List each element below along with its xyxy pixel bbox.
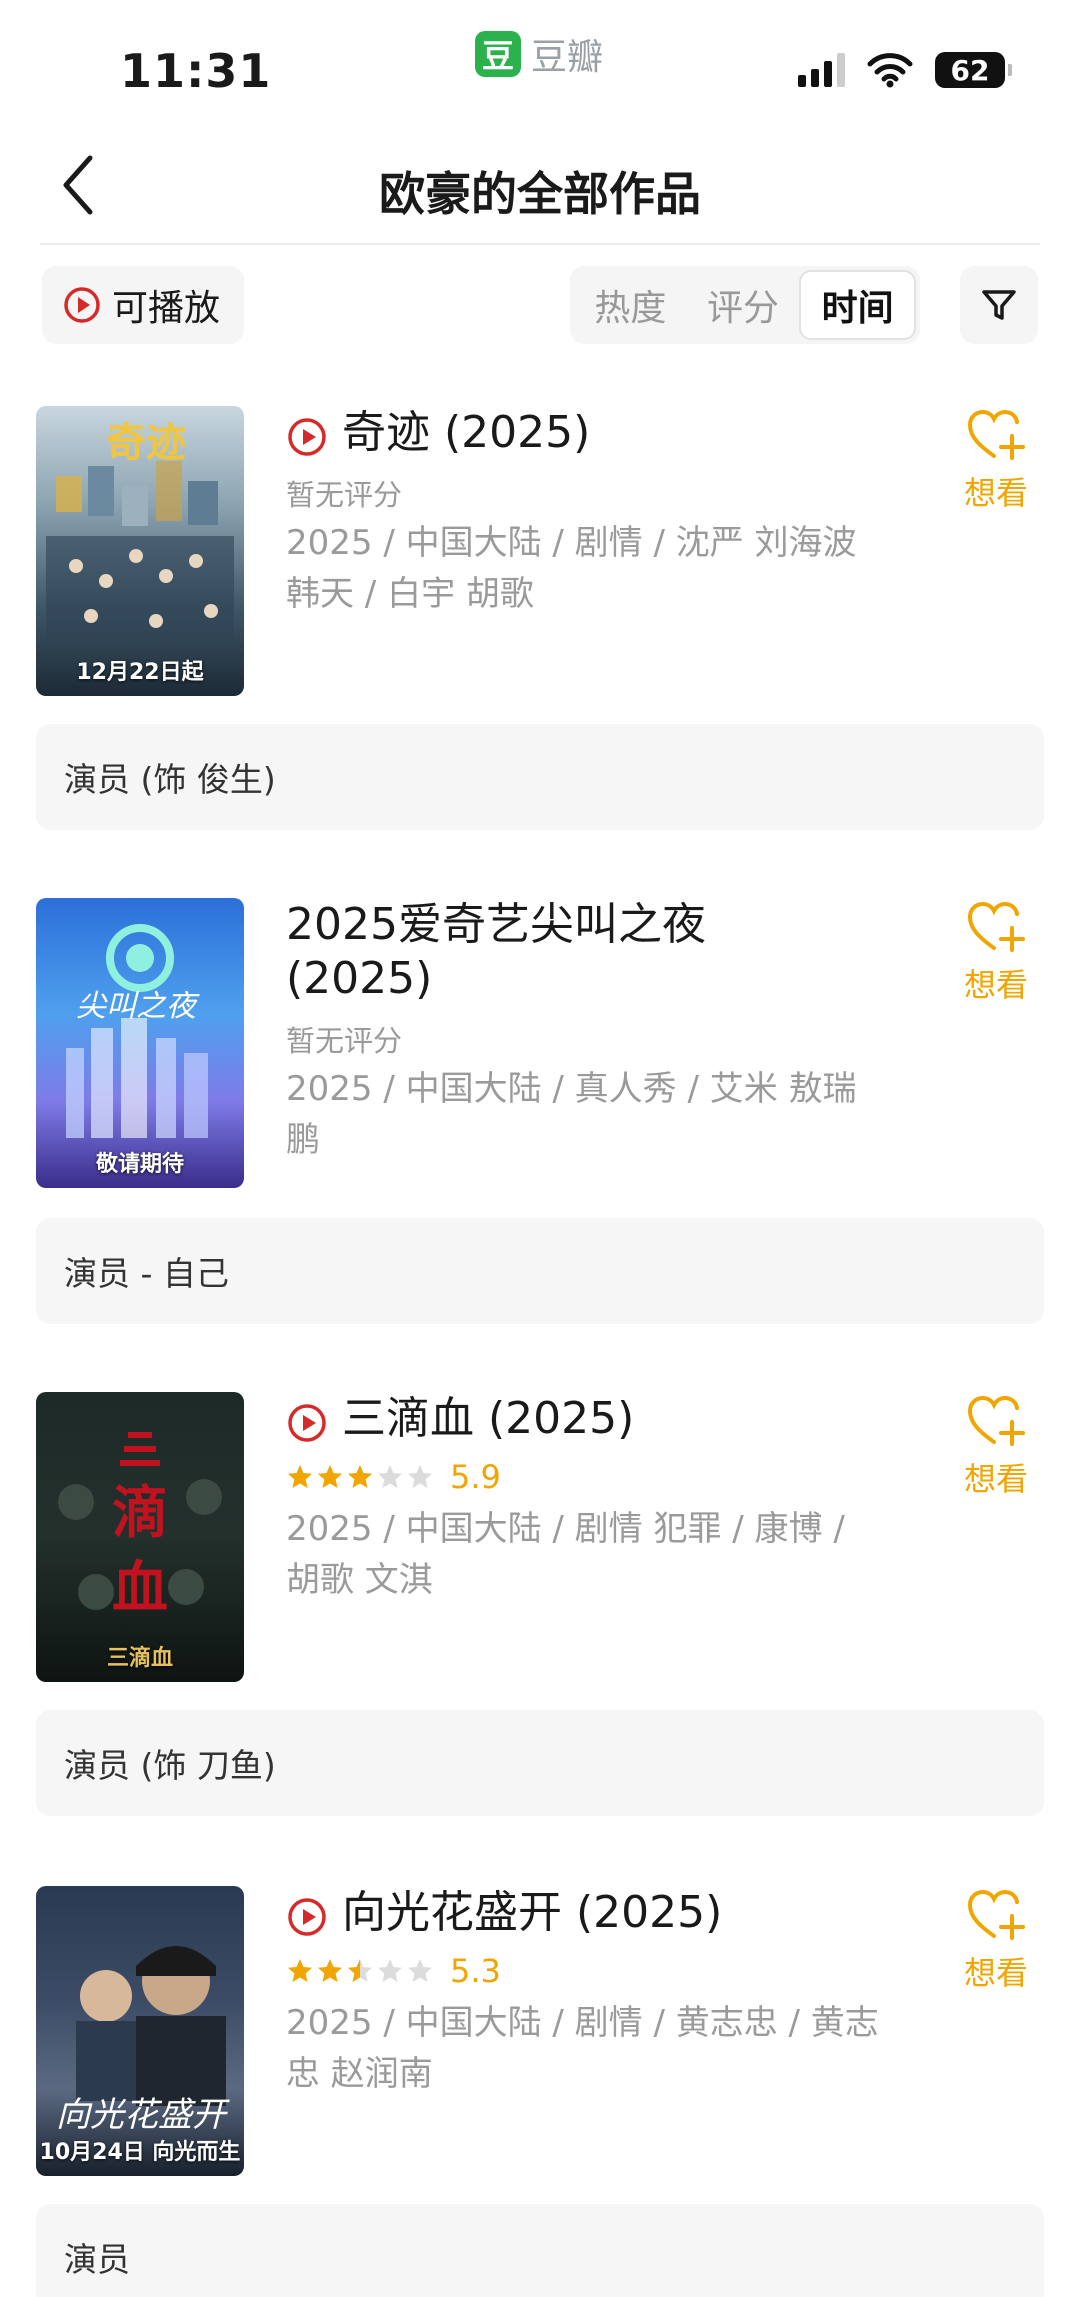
rating-value: 5.3	[450, 1952, 501, 1990]
poster-image[interactable]: 滴 血 三滴血	[36, 1392, 244, 1682]
heart-plus-icon	[967, 409, 1025, 460]
rating-stars	[286, 1957, 434, 1985]
page-title: 欧豪的全部作品	[379, 167, 701, 221]
playable-filter-button[interactable]: 可播放	[42, 266, 245, 344]
rating-row: 5.3	[286, 1952, 501, 1990]
star-icon	[348, 1959, 372, 1982]
title-row: 2025爱奇艺尖叫之夜 (2025)	[286, 898, 906, 1006]
svg-text:向光花盛开: 向光花盛开	[56, 2095, 230, 2135]
star-icon	[288, 1465, 312, 1488]
item-meta: 2025 / 中国大陆 / 真人秀 / 艾米 敖瑞鹏	[286, 1069, 857, 1160]
nav-bar: 欧豪的全部作品	[0, 130, 1080, 242]
item-meta: 2025 / 中国大陆 / 剧情 犯罪 / 康博 / 胡歌 文淇	[286, 1509, 845, 1600]
system-icons: 62	[798, 52, 1012, 88]
star-icon	[318, 1959, 342, 1982]
svg-text:尖叫之夜: 尖叫之夜	[76, 989, 200, 1024]
star-icon	[378, 1465, 402, 1488]
rating-text: 暂无评分	[286, 478, 403, 512]
poster-art: 滴 血	[58, 1432, 222, 1621]
poster-caption: 敬请期待	[95, 1152, 184, 1177]
want-to-watch-label: 想看	[963, 1954, 1028, 1992]
role-box: 演员 (饰 俊生)	[36, 724, 1044, 830]
item-meta: 2025 / 中国大陆 / 剧情 / 沈严 刘海波 韩天 / 白宇 胡歌	[286, 523, 857, 614]
star-icon	[378, 1959, 402, 1982]
star-icon	[408, 1465, 432, 1488]
star-icon	[408, 1959, 432, 1982]
sort-tabs: 热度 评分 时间	[570, 266, 920, 344]
want-to-watch-label: 想看	[963, 966, 1028, 1004]
sort-tab-rating[interactable]: 评分	[687, 270, 800, 340]
rating-stars	[286, 1463, 434, 1491]
want-to-watch-button[interactable]: 想看	[950, 898, 1042, 1006]
rating-value: 5.9	[450, 1458, 501, 1496]
title-row: 向光花盛开 (2025)	[286, 1886, 906, 1940]
title-row: 三滴血 (2025)	[286, 1392, 906, 1446]
role-box: 演员	[36, 2204, 1044, 2297]
want-to-watch-label: 想看	[963, 1460, 1028, 1498]
poster-image[interactable]: 奇迹 12月22日起	[36, 406, 244, 696]
poster-art: 尖叫之夜	[66, 924, 208, 1138]
filter-button[interactable]	[960, 266, 1038, 344]
app-indicator[interactable]: 豆 豆瓣	[475, 28, 603, 80]
rating-row: 5.9	[286, 1458, 501, 1496]
heart-plus-icon	[967, 1889, 1025, 1940]
star-icon	[318, 1465, 342, 1488]
playable-filter-label: 可播放	[112, 288, 221, 329]
item-title[interactable]: 奇迹 (2025)	[342, 406, 590, 460]
poster-caption: 三滴血	[106, 1646, 173, 1671]
poster-caption: 10月24日 向光而生	[39, 2140, 241, 2165]
want-to-watch-button[interactable]: 想看	[950, 1392, 1042, 1500]
poster-art: 奇迹	[46, 419, 234, 646]
poster-image[interactable]: 向光花盛开 10月24日 向光而生	[36, 1886, 244, 2176]
title-row: 奇迹 (2025)	[286, 406, 906, 460]
sort-tab-hot[interactable]: 热度	[574, 270, 687, 340]
status-time: 11:31	[120, 44, 272, 98]
play-circle-icon	[64, 287, 100, 323]
svg-text:血: 血	[112, 1555, 168, 1621]
poster-caption: 12月22日起	[76, 660, 204, 685]
douban-logo-icon: 豆	[475, 31, 521, 77]
funnel-icon	[982, 290, 1016, 320]
item-title[interactable]: 向光花盛开 (2025)	[342, 1886, 722, 1940]
sort-tab-time[interactable]: 时间	[799, 270, 917, 340]
svg-text:奇迹: 奇迹	[106, 419, 186, 466]
heart-plus-icon	[967, 1395, 1025, 1446]
svg-text:滴: 滴	[112, 1480, 168, 1546]
star-icon	[348, 1465, 372, 1488]
want-to-watch-label: 想看	[963, 474, 1028, 512]
item-title[interactable]: 三滴血 (2025)	[342, 1392, 634, 1446]
item-meta: 2025 / 中国大陆 / 剧情 / 黄志忠 / 黄志忠 赵润南	[286, 2003, 879, 2094]
battery-indicator: 62	[935, 52, 1012, 88]
play-circle-icon	[288, 1898, 326, 1936]
star-icon	[288, 1959, 312, 1982]
role-box: 演员 (饰 刀鱼)	[36, 1710, 1044, 1816]
item-title[interactable]: 2025爱奇艺尖叫之夜 (2025)	[286, 898, 746, 1006]
cellular-signal-icon	[798, 53, 845, 87]
app-name: 豆瓣	[531, 37, 604, 78]
poster-image[interactable]: 尖叫之夜 敬请期待	[36, 898, 244, 1188]
want-to-watch-button[interactable]: 想看	[950, 1886, 1042, 1994]
filter-bar: 可播放 热度 评分 时间	[0, 266, 1080, 346]
play-circle-icon	[288, 1404, 326, 1442]
play-circle-icon	[288, 418, 326, 456]
rating-text: 暂无评分	[286, 1024, 403, 1058]
wifi-icon	[867, 53, 913, 88]
role-box: 演员 - 自己	[36, 1218, 1044, 1324]
want-to-watch-button[interactable]: 想看	[950, 406, 1042, 514]
poster-art: 向光花盛开	[56, 1946, 230, 2135]
nav-divider	[40, 243, 1040, 245]
heart-plus-icon	[967, 901, 1025, 952]
status-bar: 11:31 豆 豆瓣 62	[0, 0, 1080, 120]
